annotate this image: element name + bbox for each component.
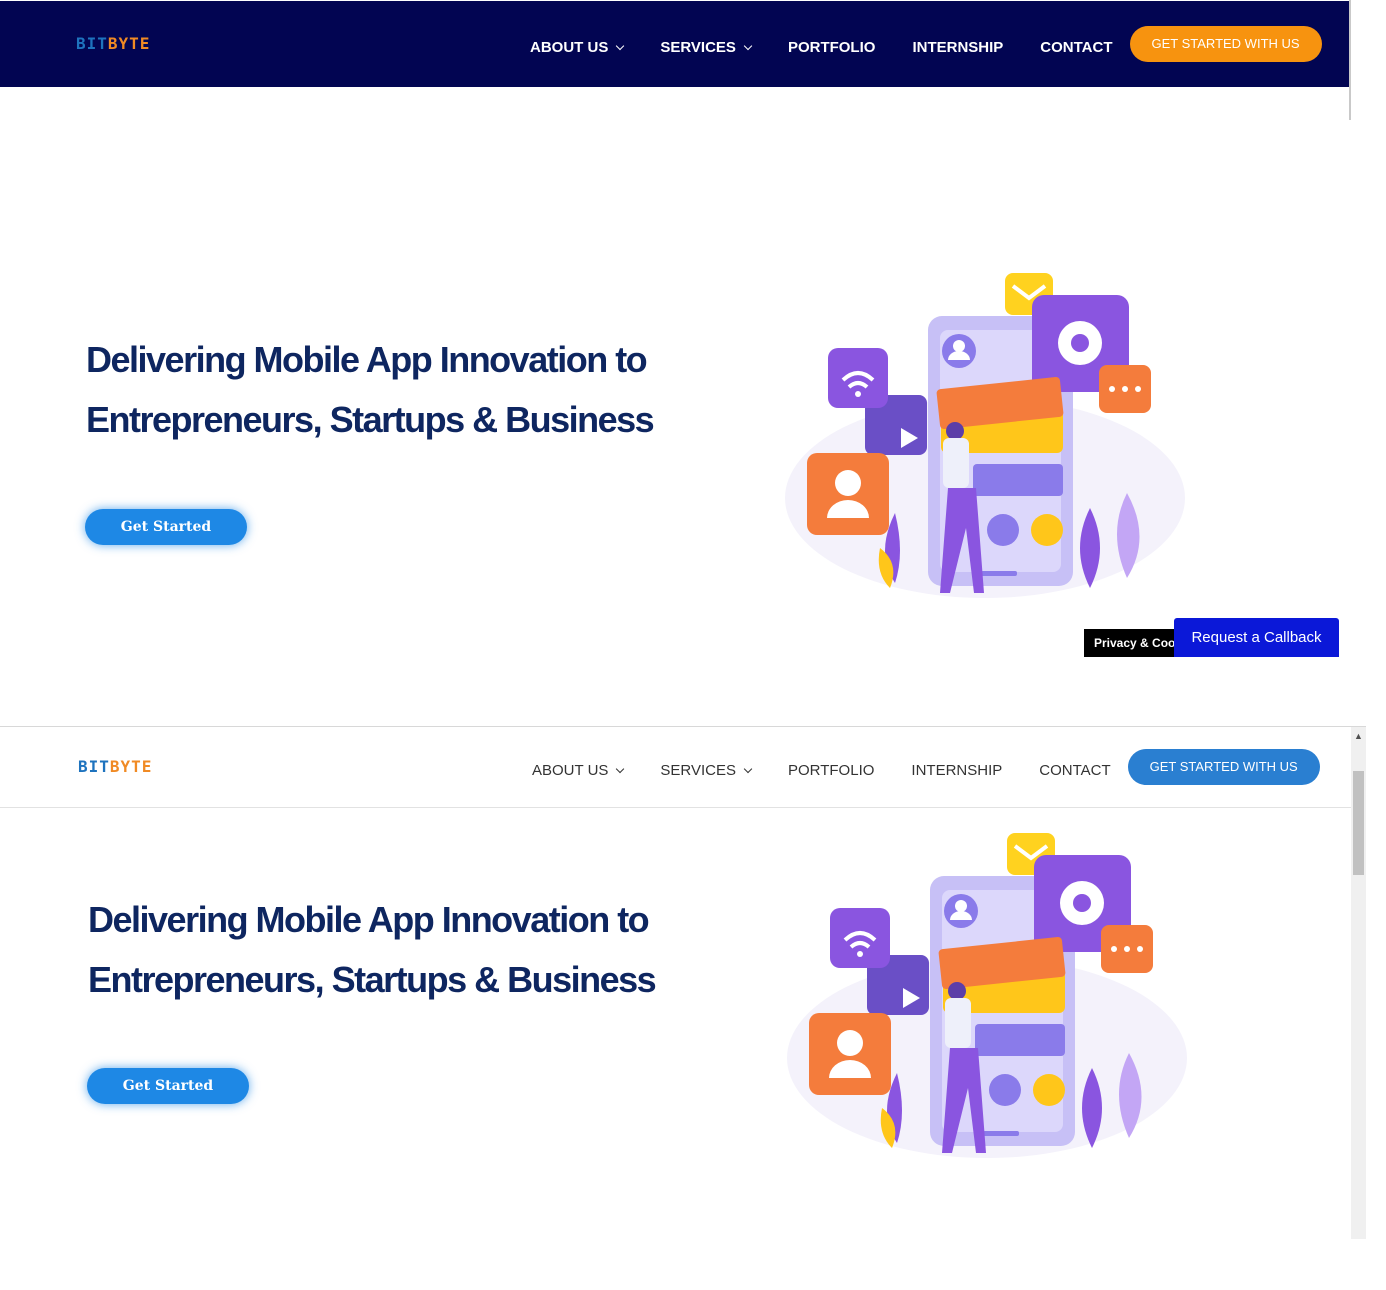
nav-about-us[interactable]: ABOUT US	[530, 39, 625, 56]
nav-internship[interactable]: INTERNSHIP	[912, 39, 1003, 56]
nav-contact[interactable]: CONTACT	[1040, 39, 1112, 56]
bitbyte-logo[interactable]: BIT BYTE	[78, 757, 152, 776]
main-menu: ABOUT US SERVICES PORTFOLIO INTERNSHIP C…	[530, 26, 1322, 62]
hero-headline: Delivering Mobile App Innovation to Entr…	[88, 899, 657, 1000]
nav-contact[interactable]: CONTACT	[1039, 762, 1110, 779]
mobile-app-illustration	[785, 273, 1185, 598]
scroll-up-arrow-icon[interactable]: ▲	[1351, 731, 1366, 743]
chevron-down-icon	[616, 764, 625, 773]
chevron-down-icon	[743, 41, 753, 50]
get-started-button[interactable]: Get Started	[87, 1068, 249, 1104]
vertical-scrollbar[interactable]: ▲	[1351, 727, 1366, 1239]
header-nav: BIT BYTE ABOUT US SERVICES PORTFOLIO INTE…	[0, 1, 1351, 87]
window-edge	[1349, 0, 1351, 120]
nav-portfolio[interactable]: PORTFOLIO	[788, 762, 874, 779]
nav-internship[interactable]: INTERNSHIP	[911, 762, 1002, 779]
chevron-down-icon	[616, 41, 625, 50]
mobile-app-illustration	[787, 833, 1187, 1158]
screenshot-bottom: BIT BYTE ABOUT US SERVICES PORTFOLIO INTE…	[0, 726, 1366, 1239]
scrollbar-thumb[interactable]	[1353, 771, 1364, 875]
get-started-with-us-button[interactable]: GET STARTED WITH US	[1129, 26, 1322, 62]
nav-services[interactable]: SERVICES	[660, 762, 753, 779]
bitbyte-logo[interactable]: BIT BYTE	[76, 34, 150, 53]
header-nav: BIT BYTE ABOUT US SERVICES PORTFOLIO INTE…	[0, 727, 1366, 808]
nav-services[interactable]: SERVICES	[660, 39, 753, 56]
chevron-down-icon	[743, 764, 753, 773]
get-started-button[interactable]: Get Started	[85, 509, 247, 545]
get-started-with-us-button[interactable]: GET STARTED WITH US	[1127, 749, 1320, 785]
request-callback-button[interactable]: Request a Callback	[1174, 618, 1339, 657]
screenshot-top: BIT BYTE ABOUT US SERVICES PORTFOLIO INTE…	[0, 0, 1351, 657]
hero-headline: Delivering Mobile App Innovation to Entr…	[86, 339, 655, 440]
privacy-cookies-notice[interactable]: Privacy & Cookies	[1084, 629, 1184, 657]
nav-portfolio[interactable]: PORTFOLIO	[788, 39, 876, 56]
nav-about-us[interactable]: ABOUT US	[532, 762, 625, 779]
main-menu: ABOUT US SERVICES PORTFOLIO INTERNSHIP C…	[532, 749, 1320, 785]
